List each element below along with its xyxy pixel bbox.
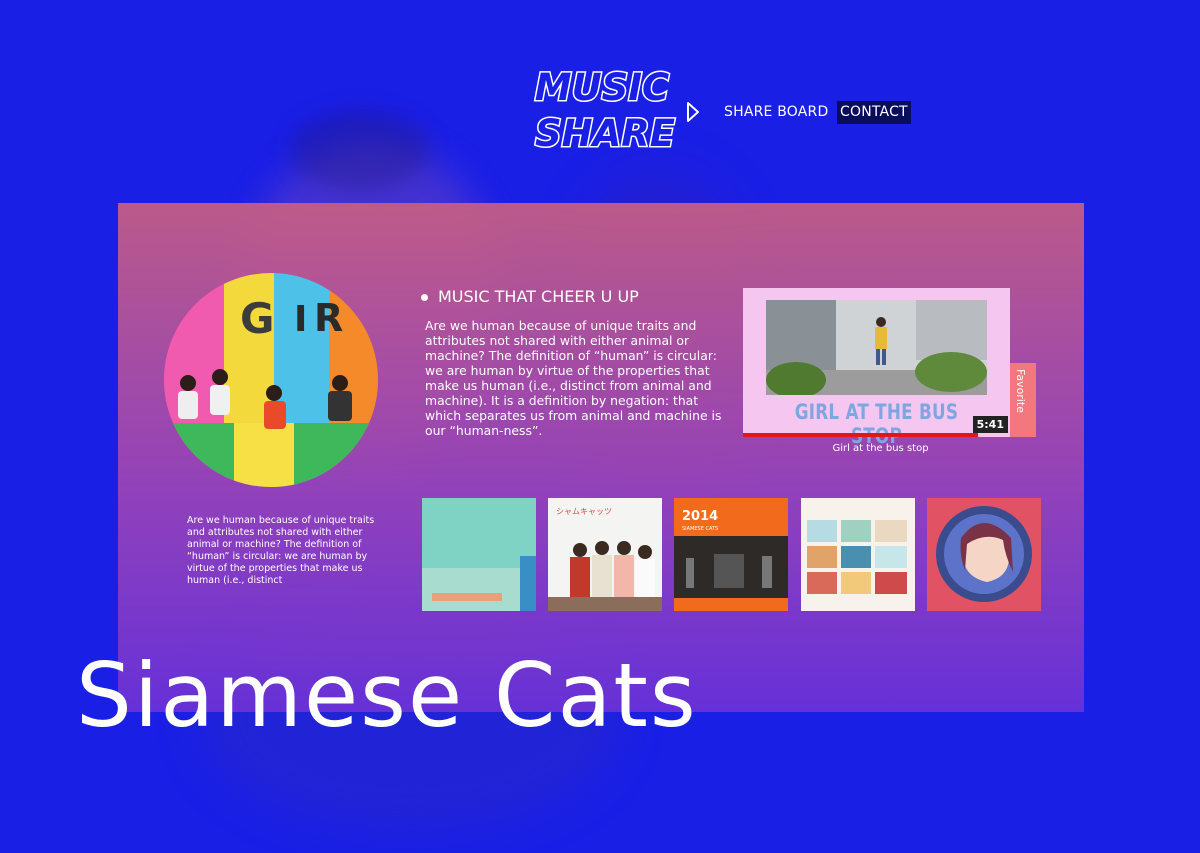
- album-3-label: SIAMESE CATS: [682, 526, 718, 532]
- bullet-icon: [421, 294, 428, 301]
- video-caption: Girl at the bus stop: [832, 443, 929, 454]
- play-arrow-icon: [686, 101, 700, 123]
- favorite-button[interactable]: Favorite: [1010, 363, 1036, 437]
- section-title: MUSIC THAT CHEER U UP: [421, 287, 639, 307]
- album-cover-4[interactable]: [801, 498, 915, 611]
- album-cover-5[interactable]: [927, 498, 1041, 611]
- nav-share-board[interactable]: SHARE BOARD: [724, 101, 828, 124]
- svg-text:G: G: [240, 294, 274, 343]
- favorite-label: Favorite: [1014, 369, 1027, 413]
- artist-description: Are we human because of unique traits an…: [187, 515, 375, 586]
- svg-text:R: R: [314, 296, 343, 340]
- video-title-overlay: GIRL AT THE BUS STOP: [794, 400, 959, 448]
- video-player[interactable]: GIRL AT THE BUS STOP 5:41: [743, 288, 1010, 448]
- artist-photo: G I R: [164, 273, 378, 487]
- music-share-logo[interactable]: MUSIC SHARE: [527, 62, 677, 160]
- album-cover-2[interactable]: シャムキャッツ: [548, 498, 662, 611]
- video-progress-bar[interactable]: [743, 433, 978, 437]
- svg-text:I: I: [294, 299, 307, 340]
- logo-text-music: MUSIC: [535, 66, 669, 109]
- album-3-year: 2014: [682, 509, 718, 524]
- feature-body-text: Are we human because of unique traits an…: [425, 318, 722, 438]
- video-duration: 5:41: [972, 416, 1008, 433]
- album-cover-1[interactable]: [422, 498, 536, 611]
- video-thumbnail: [766, 300, 987, 395]
- artist-name: Siamese Cats: [76, 644, 698, 747]
- nav-contact[interactable]: CONTACT: [837, 101, 911, 124]
- logo-text-share: SHARE: [535, 112, 675, 155]
- background-photo-hat: [290, 110, 430, 190]
- album-cover-3[interactable]: 2014 SIAMESE CATS: [674, 498, 788, 611]
- album-2-label: シャムキャッツ: [556, 507, 612, 516]
